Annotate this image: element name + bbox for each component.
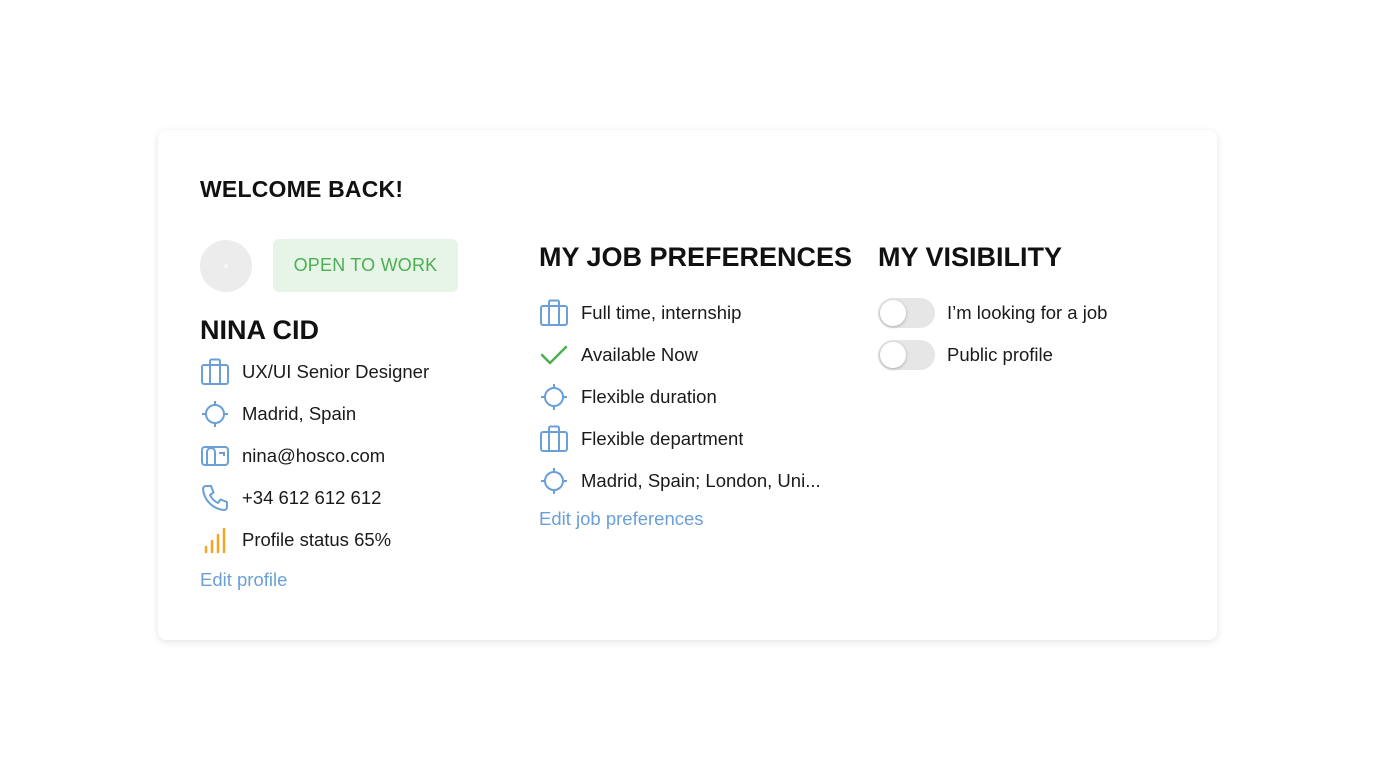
toggle-knob <box>880 342 906 368</box>
location-target-icon <box>200 398 232 430</box>
briefcase-icon <box>200 356 232 388</box>
pref-locations: Madrid, Spain; London, Uni... <box>581 470 821 491</box>
welcome-heading: WELCOME BACK! <box>200 176 404 202</box>
profile-status: Profile status 65% <box>242 529 392 550</box>
job-preferences-column: MY JOB PREFERENCES Full time, internship <box>539 241 853 530</box>
profile-location-row: Madrid, Spain <box>200 393 520 435</box>
briefcase-icon <box>539 297 571 329</box>
avatar[interactable] <box>200 239 252 292</box>
looking-for-job-row: I’m looking for a job <box>878 292 1178 334</box>
location-target-icon <box>539 465 571 497</box>
profile-status-row: Profile status 65% <box>200 519 520 561</box>
visibility-column: MY VISIBILITY I’m looking for a job Publ… <box>878 241 1178 376</box>
profile-column: OPEN TO WORK NINA CID UX/UI Senior Desig… <box>200 239 520 591</box>
phone-icon <box>200 482 232 514</box>
profile-info-list: UX/UI Senior Designer Madrid, Spain nina… <box>200 351 520 561</box>
job-preferences-title: MY JOB PREFERENCES <box>539 242 853 272</box>
open-to-work-badge: OPEN TO WORK <box>273 239 458 292</box>
public-profile-label: Public profile <box>947 344 1053 365</box>
pref-department: Flexible department <box>581 428 744 449</box>
profile-location: Madrid, Spain <box>242 403 357 424</box>
looking-for-job-label: I’m looking for a job <box>947 302 1108 323</box>
checkmark-icon <box>539 339 571 371</box>
visibility-title: MY VISIBILITY <box>878 242 1063 272</box>
pref-duration-row: Flexible duration <box>539 376 849 418</box>
avatar-placeholder-dot <box>224 263 228 268</box>
signal-bars-icon <box>200 524 232 556</box>
mailbox-icon <box>200 440 232 472</box>
briefcase-icon <box>539 423 571 455</box>
looking-for-job-toggle[interactable] <box>878 298 935 328</box>
pref-availability-row: Available Now <box>539 334 849 376</box>
avatar-row: OPEN TO WORK <box>200 239 520 292</box>
profile-email: nina@hosco.com <box>242 445 386 466</box>
welcome-card: WELCOME BACK! OPEN TO WORK NINA CID UX/U… <box>158 130 1217 640</box>
profile-phone: +34 612 612 612 <box>242 487 382 508</box>
pref-department-row: Flexible department <box>539 418 849 460</box>
toggle-knob <box>880 300 906 326</box>
location-target-icon <box>539 381 571 413</box>
public-profile-row: Public profile <box>878 334 1178 376</box>
pref-locations-row: Madrid, Spain; London, Uni... <box>539 460 849 502</box>
profile-email-row: nina@hosco.com <box>200 435 520 477</box>
profile-phone-row: +34 612 612 612 <box>200 477 520 519</box>
profile-name: NINA CID <box>200 315 319 345</box>
job-preferences-list: Full time, internship Available Now Flex… <box>539 292 849 502</box>
edit-profile-link[interactable]: Edit profile <box>200 569 287 591</box>
pref-job-type: Full time, internship <box>581 302 742 323</box>
profile-job-title: UX/UI Senior Designer <box>242 361 430 382</box>
profile-job-title-row: UX/UI Senior Designer <box>200 351 520 393</box>
edit-job-preferences-link[interactable]: Edit job preferences <box>539 508 704 530</box>
pref-availability: Available Now <box>581 344 698 365</box>
pref-duration: Flexible duration <box>581 386 717 407</box>
pref-job-type-row: Full time, internship <box>539 292 849 334</box>
visibility-toggle-list: I’m looking for a job Public profile <box>878 292 1178 376</box>
public-profile-toggle[interactable] <box>878 340 935 370</box>
